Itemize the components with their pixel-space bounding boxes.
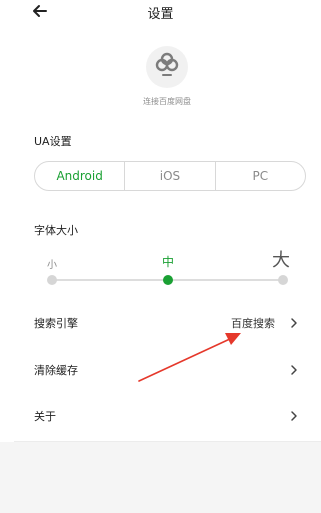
- search-engine-label: 搜索引擎: [34, 317, 78, 330]
- page-title: 设置: [147, 7, 174, 22]
- clear-cache-label: 清除缓存: [34, 364, 78, 377]
- about-row[interactable]: 关于: [0, 393, 321, 439]
- font-size-stop-medium[interactable]: [163, 275, 173, 285]
- about-label: 关于: [34, 410, 56, 423]
- font-size-label-small: 小: [47, 260, 57, 271]
- ua-option-android[interactable]: Android: [35, 162, 124, 190]
- search-engine-value: 百度搜索: [231, 317, 275, 330]
- cloud-connect-button[interactable]: [146, 46, 188, 88]
- font-size-label-large: 大: [272, 250, 290, 271]
- ua-segmented-control: Android iOS PC: [34, 161, 306, 191]
- font-size-section-title: 字体大小: [34, 224, 78, 237]
- font-size-stop-large[interactable]: [278, 275, 288, 285]
- ua-option-pc[interactable]: PC: [214, 162, 305, 190]
- ua-option-ios[interactable]: iOS: [124, 162, 214, 190]
- cloud-connect-label: 连接百度网盘: [143, 97, 191, 106]
- clear-cache-row[interactable]: 清除缓存: [0, 347, 321, 393]
- font-size-label-medium: 中: [161, 255, 174, 269]
- search-engine-row[interactable]: 搜索引擎 百度搜索: [0, 300, 321, 346]
- font-size-stop-small[interactable]: [47, 275, 57, 285]
- bottom-blank-area: [0, 442, 321, 513]
- baidu-netdisk-cloud-icon: [155, 52, 179, 76]
- chevron-right-icon: [291, 365, 297, 375]
- chevron-right-icon: [291, 411, 297, 421]
- ua-section-title: UA设置: [34, 135, 72, 148]
- chevron-right-icon: [291, 318, 297, 328]
